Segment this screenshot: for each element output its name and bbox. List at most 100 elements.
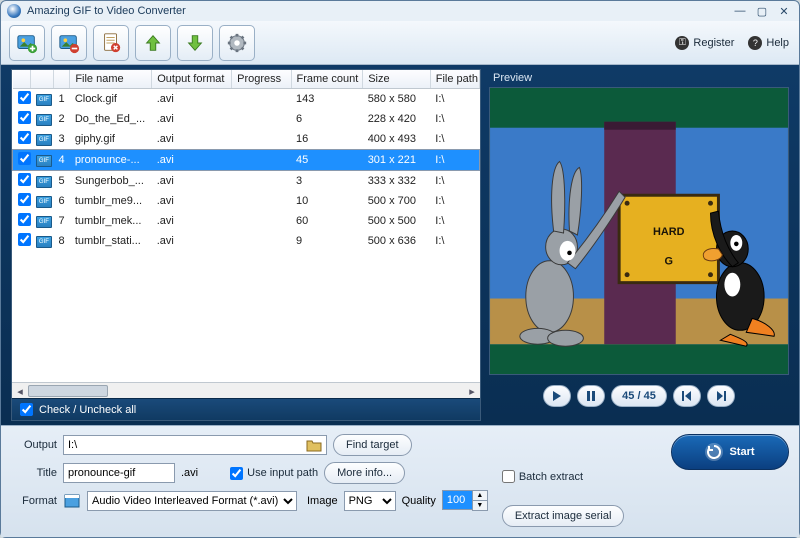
row-index: 4	[53, 150, 69, 171]
app-icon	[7, 4, 21, 18]
svg-text:G: G	[665, 256, 673, 268]
col-format[interactable]: Output format	[152, 70, 232, 89]
settings-button[interactable]	[219, 25, 255, 61]
start-label: Start	[729, 446, 754, 458]
row-checkbox[interactable]	[18, 152, 31, 165]
remove-file-button[interactable]	[51, 25, 87, 61]
horizontal-scrollbar[interactable]: ◂ ▸	[12, 382, 480, 398]
cell-progress	[232, 171, 291, 192]
cell-frames: 16	[291, 129, 363, 150]
help-link[interactable]: ? Help	[748, 36, 789, 50]
prev-frame-button[interactable]	[673, 385, 701, 407]
cell-format: .avi	[152, 89, 232, 110]
maximize-button[interactable]: ▢	[753, 4, 771, 18]
output-path-input[interactable]	[63, 435, 327, 455]
cell-size: 500 x 636	[363, 231, 431, 251]
col-size[interactable]: Size	[363, 70, 431, 89]
help-icon: ?	[748, 36, 762, 50]
find-target-button[interactable]: Find target	[333, 434, 412, 456]
col-filepath[interactable]: File path	[430, 70, 479, 89]
title-input[interactable]	[63, 463, 175, 483]
check-all-checkbox[interactable]	[20, 403, 33, 416]
delete-document-icon	[100, 32, 122, 54]
table-row[interactable]: GIF8tumblr_stati....avi9500 x 636I:\	[13, 231, 480, 251]
clear-list-button[interactable]	[93, 25, 129, 61]
cell-frames: 9	[291, 231, 363, 251]
cell-size: 500 x 500	[363, 211, 431, 231]
table-row[interactable]: GIF2Do_the_Ed_....avi6228 x 420I:\	[13, 109, 480, 129]
cell-progress	[232, 89, 291, 110]
image-format-select[interactable]: PNG	[344, 491, 396, 511]
cell-frames: 10	[291, 191, 363, 211]
batch-extract-checkbox[interactable]: Batch extract	[502, 470, 625, 483]
table-row[interactable]: GIF7tumblr_mek....avi60500 x 500I:\	[13, 211, 480, 231]
table-row[interactable]: GIF1Clock.gif.avi143580 x 580I:\	[13, 89, 480, 110]
register-link[interactable]: ⚿ Register	[675, 36, 734, 50]
move-up-button[interactable]	[135, 25, 171, 61]
scroll-left-arrow[interactable]: ◂	[12, 383, 28, 399]
cell-filename: giphy.gif	[70, 129, 152, 150]
col-progress[interactable]: Progress	[232, 70, 291, 89]
play-button[interactable]	[543, 385, 571, 407]
scroll-right-arrow[interactable]: ▸	[464, 383, 480, 399]
gif-file-icon: GIF	[36, 134, 52, 146]
extract-serial-button[interactable]: Extract image serial	[502, 505, 625, 527]
cell-filename: Clock.gif	[70, 89, 152, 110]
row-index: 6	[53, 191, 69, 211]
cell-path: I:\	[430, 150, 479, 171]
main-area: File name Output format Progress Frame c…	[1, 65, 799, 425]
scroll-thumb[interactable]	[28, 385, 108, 397]
quality-input[interactable]	[442, 490, 472, 510]
col-filename[interactable]: File name	[70, 70, 152, 89]
play-icon	[552, 391, 562, 401]
cell-progress	[232, 129, 291, 150]
row-checkbox[interactable]	[18, 111, 31, 124]
cell-path: I:\	[430, 89, 479, 110]
arrow-down-icon	[184, 32, 206, 54]
cell-format: .avi	[152, 150, 232, 171]
toolbar: ⚿ Register ? Help	[1, 21, 799, 65]
quality-down[interactable]: ▼	[473, 500, 487, 510]
add-file-button[interactable]	[9, 25, 45, 61]
row-checkbox[interactable]	[18, 131, 31, 144]
gif-file-icon: GIF	[36, 236, 52, 248]
frame-counter: 45 / 45	[611, 385, 667, 407]
image-label: Image	[307, 495, 338, 507]
move-down-button[interactable]	[177, 25, 213, 61]
pause-button[interactable]	[577, 385, 605, 407]
output-label: Output	[13, 439, 57, 451]
title-label: Title	[13, 467, 57, 479]
row-checkbox[interactable]	[18, 91, 31, 104]
row-checkbox[interactable]	[18, 233, 31, 246]
cell-format: .avi	[152, 129, 232, 150]
key-icon: ⚿	[675, 36, 689, 50]
table-row[interactable]: GIF3giphy.gif.avi16400 x 493I:\	[13, 129, 480, 150]
close-button[interactable]: ✕	[775, 4, 793, 18]
row-checkbox[interactable]	[18, 193, 31, 206]
col-framecount[interactable]: Frame count	[291, 70, 363, 89]
preview-panel: Preview HARD G	[489, 69, 789, 421]
file-table-wrap[interactable]: File name Output format Progress Frame c…	[12, 70, 480, 382]
table-row[interactable]: GIF6tumblr_me9....avi10500 x 700I:\	[13, 191, 480, 211]
quality-up[interactable]: ▲	[473, 491, 487, 500]
row-checkbox[interactable]	[18, 213, 31, 226]
format-select[interactable]: Audio Video Interleaved Format (*.avi)	[87, 491, 297, 511]
svg-text:HARD: HARD	[653, 226, 685, 238]
use-input-path-checkbox[interactable]: Use input path	[230, 467, 318, 480]
start-button[interactable]: Start	[671, 434, 789, 470]
minimize-button[interactable]: —	[731, 4, 749, 18]
gear-icon	[226, 32, 248, 54]
file-list-panel: File name Output format Progress Frame c…	[11, 69, 481, 421]
gif-file-icon: GIF	[36, 216, 52, 228]
row-checkbox[interactable]	[18, 173, 31, 186]
next-icon	[716, 391, 726, 401]
table-row[interactable]: GIF5Sungerbob_....avi3333 x 332I:\	[13, 171, 480, 192]
cell-size: 400 x 493	[363, 129, 431, 150]
preview-controls: 45 / 45	[489, 379, 789, 413]
table-row[interactable]: GIF4pronounce-....avi45301 x 221I:\	[13, 150, 480, 171]
gif-file-icon: GIF	[36, 94, 52, 106]
file-table: File name Output format Progress Frame c…	[12, 70, 480, 251]
next-frame-button[interactable]	[707, 385, 735, 407]
preview-box: HARD G	[489, 87, 789, 375]
more-info-button[interactable]: More info...	[324, 462, 405, 484]
